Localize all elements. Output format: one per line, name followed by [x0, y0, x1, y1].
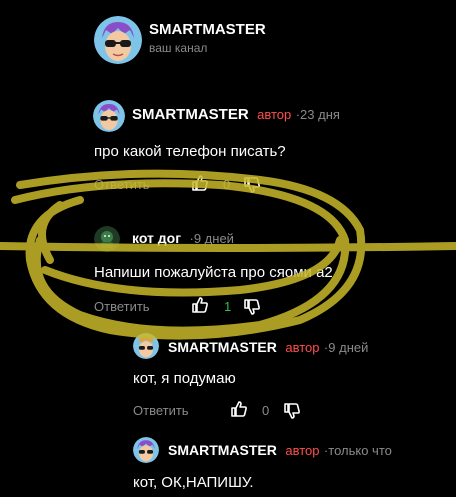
highlight-scribble [0, 169, 456, 340]
like-count: 0 [262, 403, 270, 418]
comment-time: 9 дней [193, 231, 234, 246]
comment-time: только что [328, 443, 392, 458]
comment-header: SMARTMASTER автор ·23 дня [132, 106, 340, 124]
thumb-up-icon[interactable] [191, 174, 209, 197]
like-count: 1 [224, 299, 232, 314]
comment-header: кот дог ·9 дней [132, 230, 234, 248]
avatar-sunglasses-icon [94, 16, 142, 64]
channel-name[interactable]: SMARTMASTER [149, 21, 266, 38]
comment-author[interactable]: SMARTMASTER [168, 339, 277, 355]
comment-avatar[interactable] [133, 437, 159, 463]
thumb-down-icon[interactable] [243, 298, 261, 321]
comment-header: SMARTMASTER автор ·только что [168, 442, 392, 460]
comment-author[interactable]: SMARTMASTER [168, 442, 277, 458]
thumb-down-icon[interactable] [283, 402, 301, 425]
comment-avatar[interactable] [133, 333, 159, 359]
comment-text: кот, я подумаю [133, 370, 236, 387]
avatar-sunglasses-icon [133, 333, 159, 359]
comment-time: 9 дней [328, 340, 369, 355]
comment-author[interactable]: кот дог [132, 230, 181, 246]
channel-subtitle: ваш канал [149, 41, 208, 55]
author-badge: автор [285, 340, 320, 355]
comment-text: про какой телефон писать? [94, 143, 286, 160]
comment-avatar[interactable] [94, 226, 120, 252]
comment-text: кот, ОК,НАПИШУ. [133, 474, 254, 491]
like-count: 0 [223, 177, 231, 192]
reply-button[interactable]: Ответить [94, 177, 150, 192]
author-badge: автор [257, 107, 292, 122]
reply-button[interactable]: Ответить [133, 403, 189, 418]
thumb-up-icon[interactable] [191, 296, 209, 319]
channel-avatar[interactable] [94, 16, 142, 64]
comment-time: 23 дня [300, 107, 340, 122]
comment-author[interactable]: SMARTMASTER [132, 106, 249, 123]
comment-text: Напиши пожалуйста про сяоми а2 [94, 264, 333, 281]
cat-dog-avatar-icon [94, 226, 120, 252]
reply-button[interactable]: Ответить [94, 299, 150, 314]
avatar-sunglasses-icon [93, 100, 125, 132]
author-badge: автор [285, 443, 320, 458]
avatar-sunglasses-icon [133, 437, 159, 463]
thumb-up-icon[interactable] [230, 400, 248, 423]
comment-avatar[interactable] [93, 100, 125, 132]
thumb-down-icon[interactable] [243, 176, 261, 199]
comment-header: SMARTMASTER автор ·9 дней [168, 339, 368, 357]
